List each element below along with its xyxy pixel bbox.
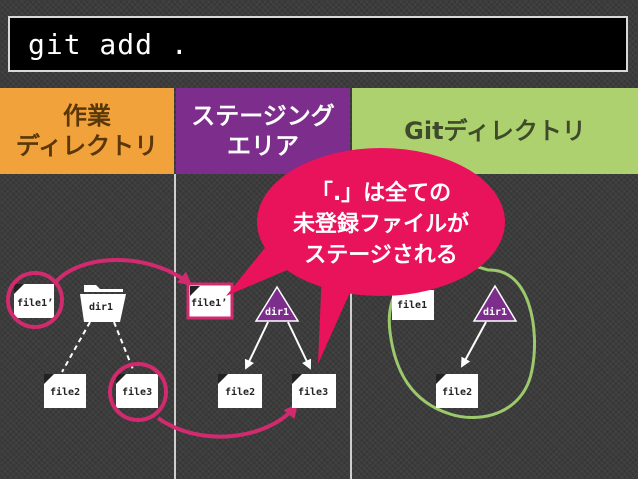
file3-stage-arrow	[156, 403, 298, 439]
stage-file1-icon: file1’	[186, 282, 234, 320]
git-file2-label: file2	[442, 386, 472, 398]
stage-dir1-label: dir1	[265, 306, 289, 318]
file1-stage-arrow	[52, 258, 193, 286]
work-file1-label: file1’	[17, 297, 53, 309]
git-file1-label: file1	[397, 299, 427, 311]
git-dir1-label: dir1	[483, 306, 507, 318]
callout-bubble: 「.」は全ての 未登録ファイルが ステージされる	[226, 148, 505, 364]
diagram-canvas: file1’ dir1 file2 file3 file1’ dir1 file…	[6, 148, 536, 439]
stage-dir1-tree-icon: dir1	[254, 285, 300, 322]
work-dir1-to-file2-edge	[61, 321, 91, 373]
stage-dir1-to-file3-edge	[287, 321, 312, 370]
stage-file2-label: file2	[225, 386, 255, 398]
git-dir1-to-file2-edge	[461, 321, 487, 368]
stage-file3-icon: file3	[292, 374, 336, 408]
git-dir1-tree-icon: dir1	[472, 284, 518, 322]
work-file1-icon: file1’	[14, 284, 54, 318]
stage-file2-icon: file2	[218, 374, 262, 408]
stage-dir1-to-file2-edge	[244, 321, 269, 370]
stage-file3-label: file3	[298, 386, 328, 398]
git-file2-icon: file2	[436, 374, 478, 408]
callout-line2: 未登録ファイルが	[293, 211, 469, 237]
work-file3-icon: file3	[116, 374, 158, 408]
stage-file1-label: file1’	[191, 297, 227, 309]
callout-line3: ステージされる	[304, 243, 458, 268]
work-dir1-folder-icon: dir1	[80, 285, 126, 322]
work-dir1-label: dir1	[89, 301, 113, 313]
work-file2-icon: file2	[44, 374, 86, 408]
work-file3-label: file3	[122, 386, 152, 398]
callout-line1: 「.」は全ての	[311, 180, 451, 206]
work-file2-label: file2	[50, 386, 80, 398]
